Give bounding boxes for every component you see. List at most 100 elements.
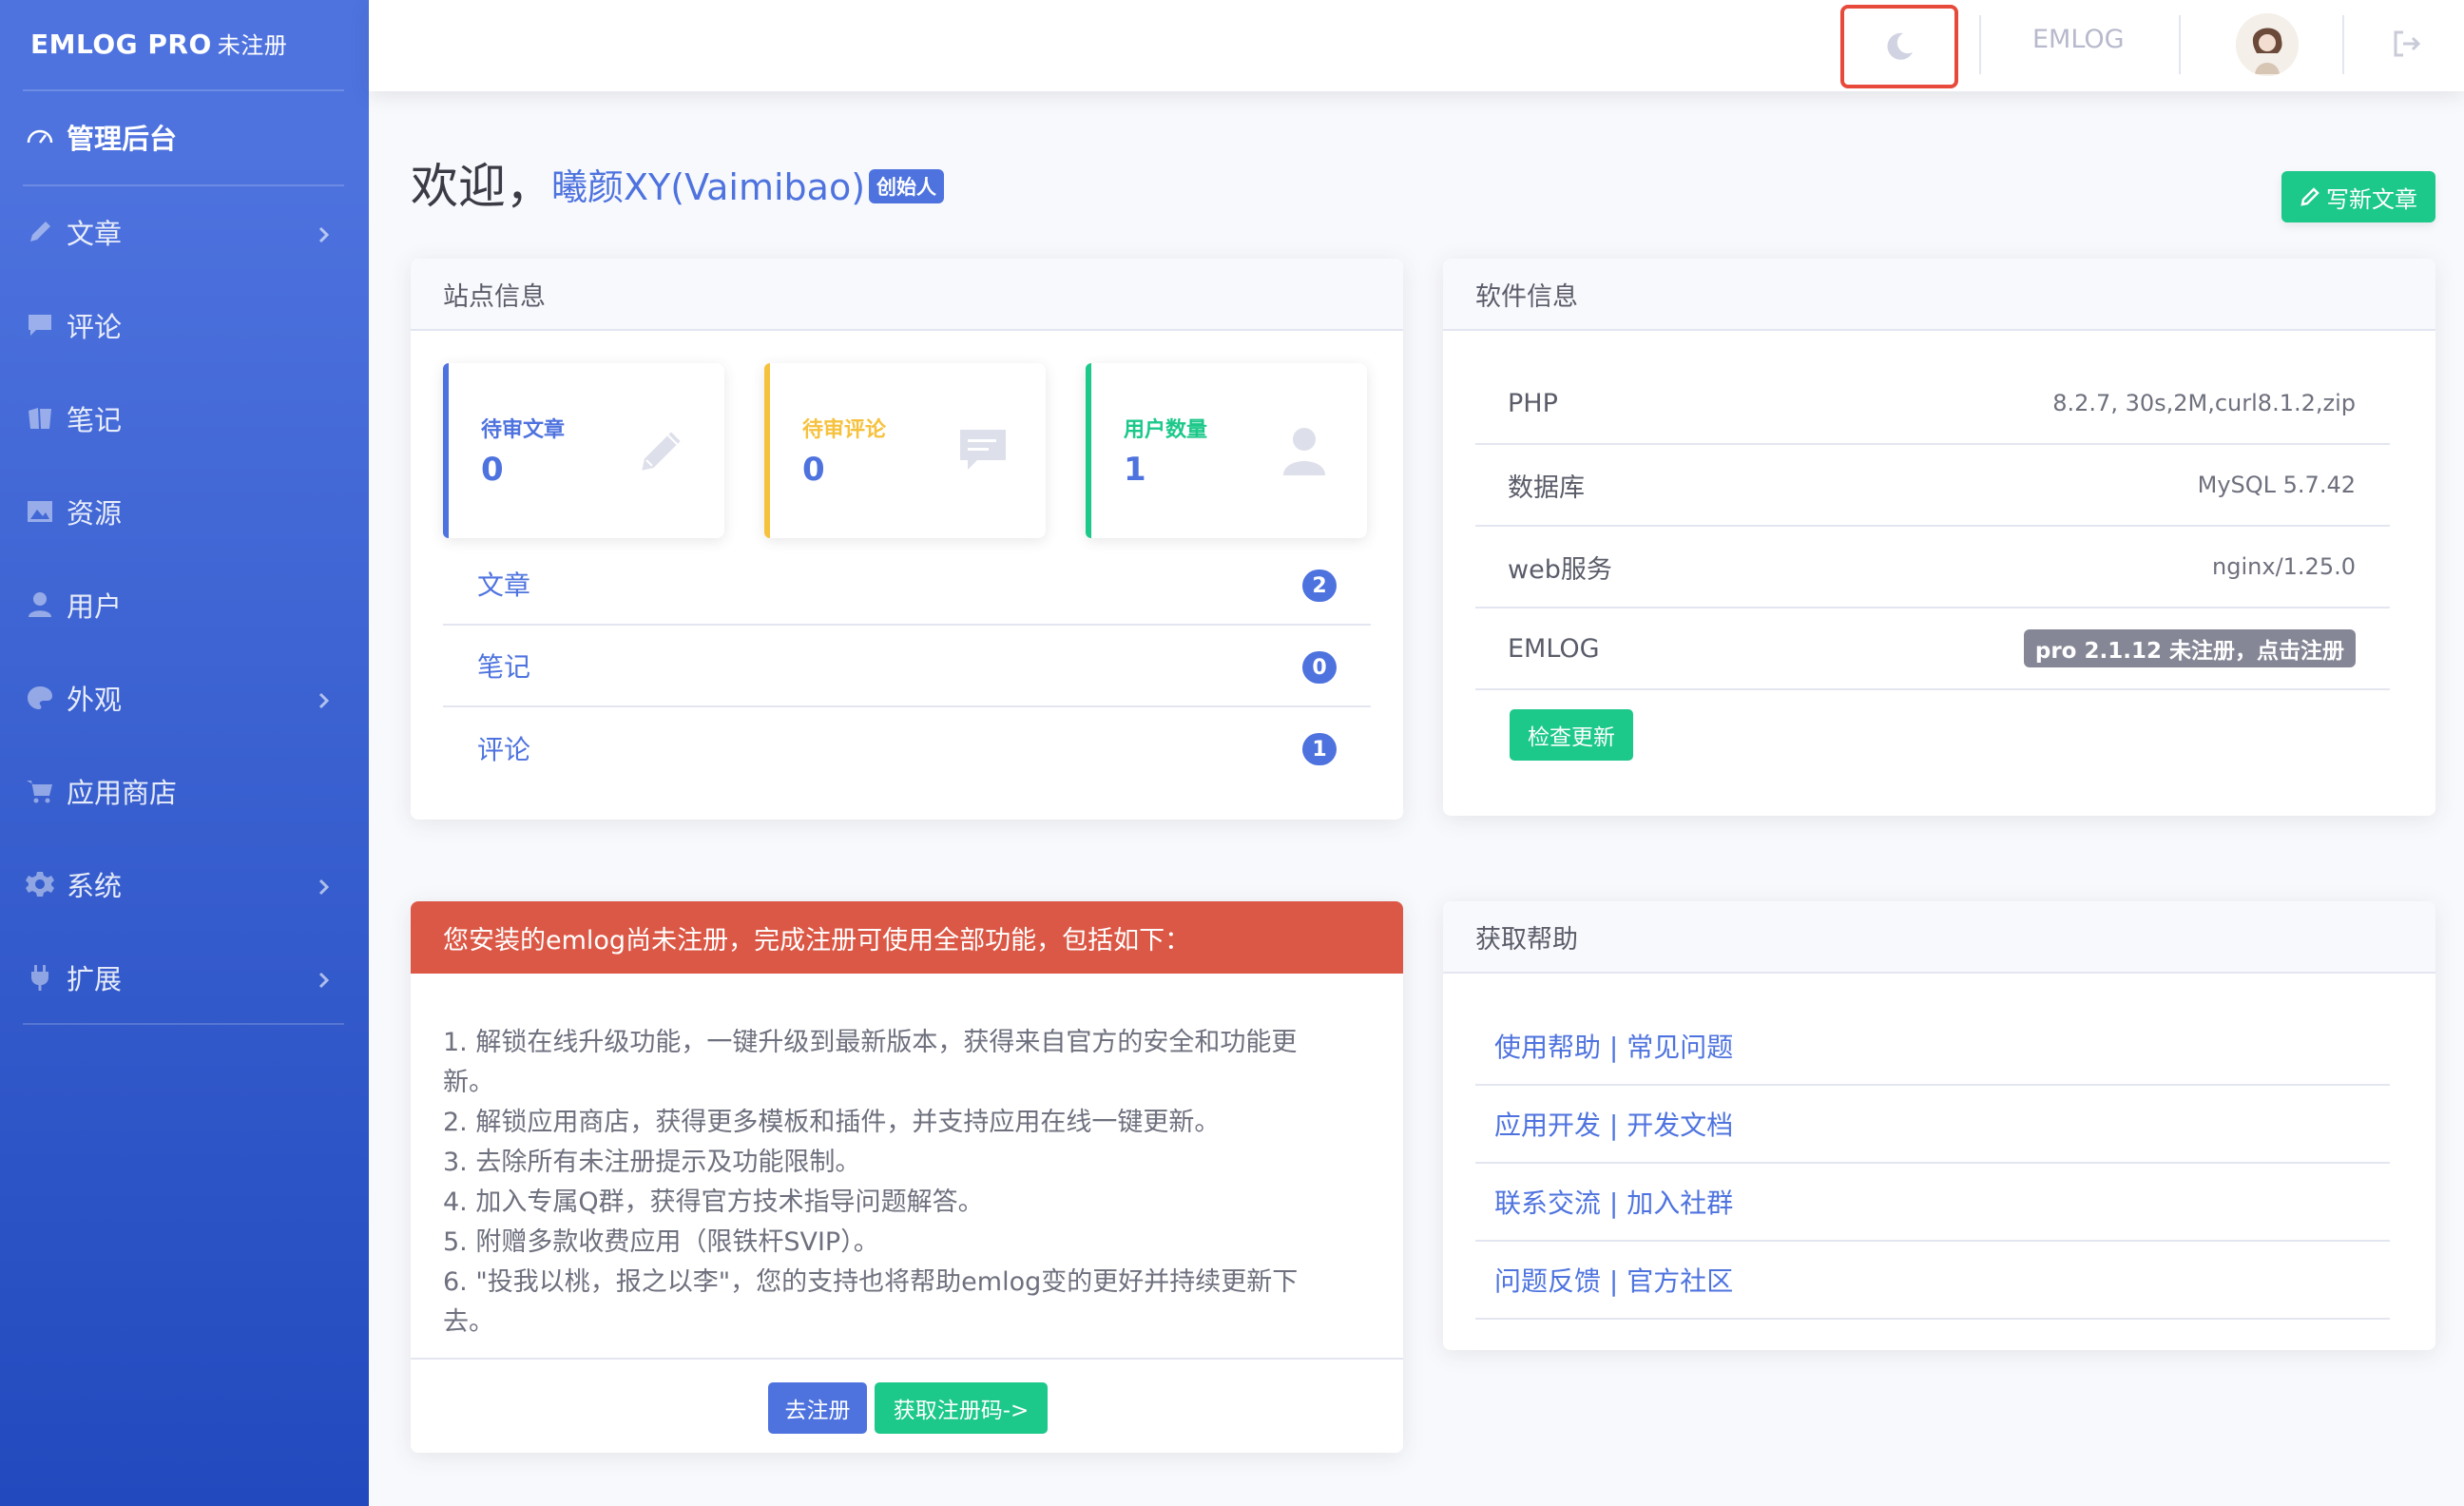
sidebar-item-label: 扩展	[67, 963, 123, 995]
topbar: EMLOG	[369, 0, 2464, 91]
register-button[interactable]: 去注册	[768, 1382, 867, 1434]
logout-button[interactable]	[2390, 27, 2428, 65]
help-link-label: 应用开发 | 开发文档	[1494, 1110, 1734, 1141]
register-alert-title: 您安装的emlog尚未注册，完成注册可使用全部功能，包括如下：	[411, 901, 1403, 974]
role-badge: 创始人	[869, 169, 944, 203]
stat-pending-comments[interactable]: 待审评论 0	[764, 363, 1046, 538]
sidebar-divider	[23, 1023, 344, 1025]
user-icon	[23, 588, 57, 622]
cart-icon	[23, 774, 57, 808]
sidebar-divider	[23, 89, 344, 91]
register-footer-divider	[411, 1358, 1403, 1360]
pencil-icon	[23, 215, 57, 249]
help-link-usage[interactable]: 使用帮助 | 常见问题	[1475, 1008, 2390, 1086]
benefit-line: 6. "投我以桃，报之以李"，您的支持也将帮助emlog变的更好并持续更新下去。	[443, 1267, 1299, 1337]
sidebar-item-dashboard[interactable]: 管理后台	[23, 108, 344, 165]
chevron-right-icon	[312, 221, 335, 243]
sidebar-item-users[interactable]: 用户	[23, 576, 344, 633]
stat-value: 1	[1124, 451, 1146, 489]
new-post-button[interactable]: 写新文章	[2281, 171, 2435, 222]
avatar[interactable]	[2236, 13, 2299, 76]
sidebar-item-resources[interactable]: 资源	[23, 483, 344, 540]
topbar-divider	[2342, 15, 2344, 74]
stat-accent-bar	[443, 363, 449, 538]
get-code-button[interactable]: 获取注册码->	[875, 1382, 1048, 1434]
pencil-icon	[633, 422, 690, 479]
benefit-line: 4. 加入专属Q群，获得官方技术指导问题解答。	[443, 1187, 984, 1217]
sidebar-item-label: 资源	[67, 497, 123, 530]
count-badge: 0	[1302, 651, 1337, 684]
benefit-line: 5. 附赠多款收费应用（限铁杆SVIP）。	[443, 1227, 879, 1257]
welcome-greeting: 欢迎，	[411, 159, 553, 214]
moon-icon	[1887, 32, 1913, 60]
sidebar-item-label: 管理后台	[67, 123, 178, 155]
software-info-title: 软件信息	[1443, 259, 2435, 331]
sidebar-item-notes[interactable]: 笔记	[23, 390, 344, 447]
sidebar-item-label: 应用商店	[67, 777, 178, 809]
sidebar: EMLOG PRO 未注册 管理后台 文章 评论 笔记 资源 用户 外观 应用商店…	[0, 0, 369, 1506]
chevron-right-icon	[312, 873, 335, 896]
stat-accent-bar	[1086, 363, 1091, 538]
info-key: 数据库	[1508, 473, 1585, 503]
sidebar-item-app-store[interactable]: 应用商店	[23, 763, 344, 820]
stat-value: 0	[802, 451, 825, 489]
help-link-feedback[interactable]: 问题反馈 | 官方社区	[1475, 1242, 2390, 1320]
topbar-divider	[2179, 15, 2181, 74]
user-icon	[1276, 422, 1333, 479]
register-link-badge[interactable]: pro 2.1.12 未注册，点击注册	[2023, 629, 2356, 667]
chevron-right-icon	[312, 686, 335, 709]
software-info-card: 软件信息 PHP 8.2.7, 30s,2M,curl8.1.2,zip 数据库…	[1443, 259, 2435, 816]
sidebar-item-label: 笔记	[67, 404, 123, 436]
stat-user-count[interactable]: 用户数量 1	[1086, 363, 1367, 538]
info-row-emlog: EMLOG pro 2.1.12 未注册，点击注册	[1475, 608, 2390, 690]
check-update-button[interactable]: 检查更新	[1510, 709, 1633, 761]
count-label: 笔记	[477, 651, 531, 683]
help-card: 获取帮助 使用帮助 | 常见问题 应用开发 | 开发文档 联系交流 | 加入社群…	[1443, 901, 2435, 1350]
help-link-community[interactable]: 联系交流 | 加入社群	[1475, 1164, 2390, 1242]
site-link[interactable]: EMLOG	[2032, 25, 2125, 54]
chevron-right-icon	[312, 966, 335, 989]
count-badge: 1	[1302, 733, 1337, 765]
brand-name: EMLOG PRO	[30, 29, 212, 60]
count-row-notes[interactable]: 笔记 0	[443, 626, 1371, 707]
dark-mode-toggle[interactable]	[1840, 5, 1958, 88]
pencil-icon	[2300, 187, 2320, 206]
brand-status: 未注册	[217, 32, 288, 59]
help-link-label: 问题反馈 | 官方社区	[1494, 1265, 1734, 1297]
info-value: nginx/1.25.0	[2212, 553, 2356, 580]
info-row-database: 数据库 MySQL 5.7.42	[1475, 445, 2390, 527]
count-badge: 2	[1302, 570, 1337, 602]
info-value: MySQL 5.7.42	[2197, 472, 2356, 498]
new-post-label: 写新文章	[2326, 185, 2417, 213]
stat-label: 用户数量	[1124, 418, 1208, 442]
benefit-line: 1. 解锁在线升级功能，一键升级到最新版本，获得来自官方的安全和功能更新。	[443, 1028, 1298, 1097]
palette-icon	[23, 681, 57, 715]
sidebar-item-label: 用户	[67, 590, 123, 623]
sidebar-item-articles[interactable]: 文章	[23, 203, 344, 261]
count-label: 评论	[477, 734, 531, 765]
sidebar-item-label: 文章	[67, 218, 123, 250]
sidebar-item-label: 外观	[67, 684, 123, 716]
brand-logo[interactable]: EMLOG PRO 未注册	[30, 27, 287, 60]
sidebar-item-system[interactable]: 系统	[23, 856, 344, 913]
sidebar-item-label: 系统	[67, 870, 123, 902]
sidebar-item-extensions[interactable]: 扩展	[23, 949, 344, 1006]
count-row-comments[interactable]: 评论 1	[443, 707, 1371, 789]
info-key: PHP	[1508, 388, 1558, 418]
topbar-divider	[1979, 15, 1981, 74]
stat-pending-articles[interactable]: 待审文章 0	[443, 363, 724, 538]
gear-icon	[23, 867, 57, 901]
register-benefits: 1. 解锁在线升级功能，一键升级到最新版本，获得来自官方的安全和功能更新。 2.…	[443, 1023, 1346, 1342]
note-icon	[23, 401, 57, 435]
sidebar-item-appearance[interactable]: 外观	[23, 669, 344, 726]
sidebar-item-comments[interactable]: 评论	[23, 297, 344, 354]
info-row-web-server: web服务 nginx/1.25.0	[1475, 527, 2390, 608]
count-label: 文章	[477, 570, 531, 601]
help-link-dev[interactable]: 应用开发 | 开发文档	[1475, 1086, 2390, 1164]
count-row-articles[interactable]: 文章 2	[443, 544, 1371, 626]
sidebar-item-label: 评论	[67, 311, 123, 343]
plug-icon	[23, 960, 57, 994]
welcome-username[interactable]: 曦颜XY(Vaimibao)	[551, 158, 865, 210]
stat-accent-bar	[764, 363, 770, 538]
dashboard-icon	[23, 120, 57, 154]
